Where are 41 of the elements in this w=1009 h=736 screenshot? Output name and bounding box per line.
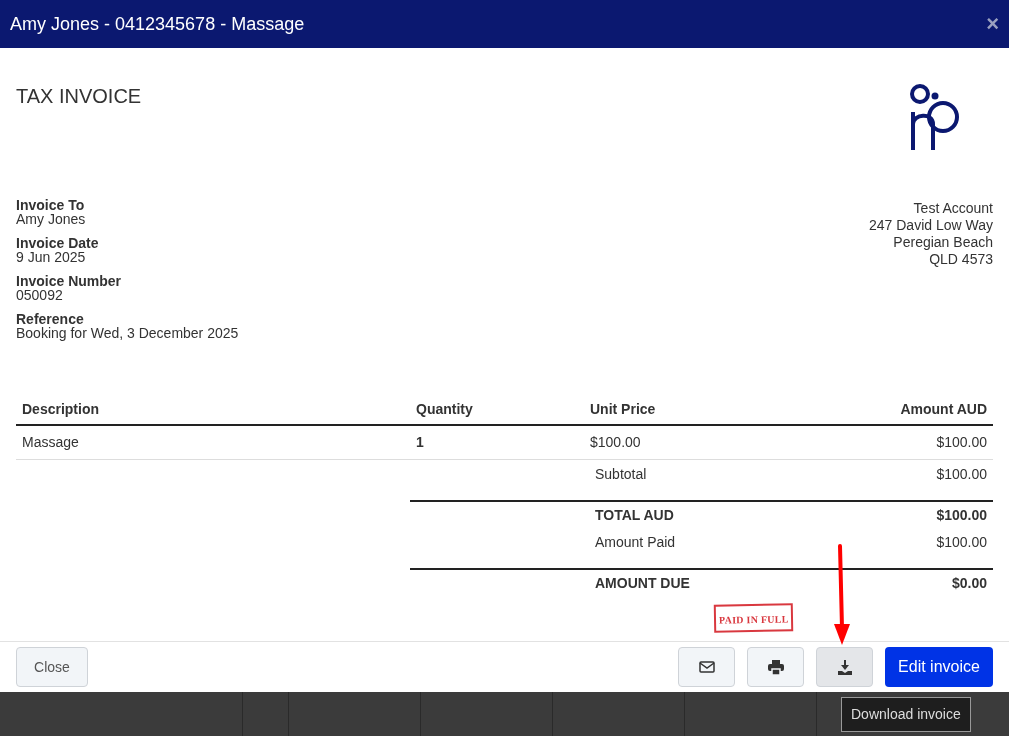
tooltip: Download invoice xyxy=(841,697,971,732)
column-header: Description xyxy=(21,399,100,419)
detail-label: Invoice Number xyxy=(16,274,123,288)
email-button[interactable] xyxy=(678,647,735,687)
close-button[interactable]: Close xyxy=(16,647,88,687)
address-line: Peregian Beach xyxy=(893,234,993,251)
detail-label: Invoice To xyxy=(16,198,86,212)
detail-label: Reference xyxy=(16,312,85,326)
close-button[interactable]: × xyxy=(986,13,999,35)
summary-label: TOTAL AUD xyxy=(594,505,675,525)
column-header: Amount AUD xyxy=(899,399,988,419)
edit-invoice-button[interactable]: Edit invoice xyxy=(885,647,993,687)
dialog-title: Amy Jones - 0412345678 - Massage xyxy=(10,12,305,36)
detail-value: Amy Jones xyxy=(16,212,87,226)
summary-label: Amount Paid xyxy=(594,532,677,552)
table-cell-text: $100.00 xyxy=(589,433,642,452)
detail-value: Booking for Wed, 3 December 2025 xyxy=(16,326,239,340)
summary-value: $100.00 xyxy=(935,505,988,525)
print-button[interactable] xyxy=(747,647,804,687)
column-header: Unit Price xyxy=(589,399,657,419)
address-line: QLD 4573 xyxy=(929,251,993,268)
table-cell-text: 1 xyxy=(415,433,425,452)
address-line: Test Account xyxy=(913,200,993,217)
summary-value: $100.00 xyxy=(935,464,988,484)
summary-value: $100.00 xyxy=(935,532,988,552)
stamp-text: PAID IN FULL xyxy=(718,613,789,626)
summary-label: Subtotal xyxy=(594,464,648,484)
table-cell-text: Massage xyxy=(21,433,80,452)
detail-label: Invoice Date xyxy=(16,236,100,250)
invoice-heading: TAX INVOICE xyxy=(16,84,142,109)
detail-value: 9 Jun 2025 xyxy=(16,250,87,264)
table-cell-text: $100.00 xyxy=(935,433,988,452)
printer-icon xyxy=(767,659,784,675)
summary-value: $0.00 xyxy=(950,573,988,593)
download-button[interactable] xyxy=(816,647,873,687)
address-line: 247 David Low Way xyxy=(869,217,993,234)
download-icon xyxy=(836,659,853,675)
column-header: Quantity xyxy=(415,399,474,419)
summary-label: AMOUNT DUE xyxy=(594,573,691,593)
envelope-icon xyxy=(698,661,715,673)
detail-value: 050092 xyxy=(16,288,64,302)
